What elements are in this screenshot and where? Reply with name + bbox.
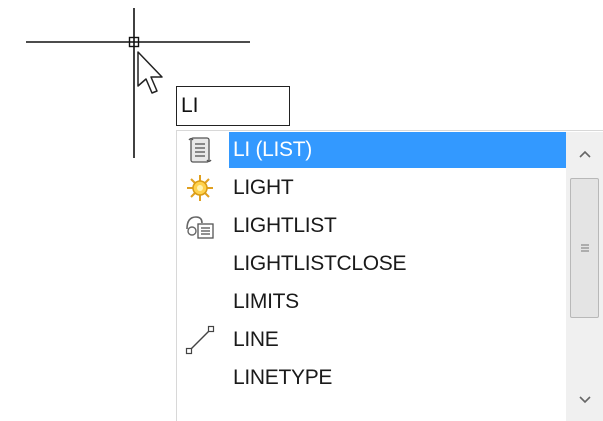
- autocomplete-item-line[interactable]: LINE: [177, 321, 569, 359]
- autocomplete-item-label: LIGHT: [233, 176, 294, 199]
- light-bulb-icon: [177, 169, 223, 207]
- mouse-pointer-icon: [137, 51, 163, 94]
- chevron-up-icon: [578, 150, 591, 158]
- autocomplete-item-linetype[interactable]: LINETYPE: [177, 359, 569, 397]
- chevron-down-icon: [578, 396, 591, 404]
- line-icon: [177, 321, 223, 359]
- list-scroll-icon: [177, 131, 223, 169]
- autocomplete-item-label: LIGHTLISTCLOSE: [233, 252, 407, 275]
- command-input[interactable]: [176, 86, 290, 126]
- selected-highlight: LI (LIST): [229, 132, 569, 168]
- autocomplete-item-lightlistclose[interactable]: LIGHTLISTCLOSE: [177, 245, 569, 283]
- scroll-up-button[interactable]: [566, 136, 603, 172]
- autocomplete-item-list[interactable]: LI (LIST): [177, 131, 569, 169]
- grip-icon: [580, 244, 589, 252]
- vertical-scrollbar[interactable]: [566, 132, 603, 421]
- light-list-icon: [177, 207, 223, 245]
- autocomplete-item-light[interactable]: LIGHT: [177, 169, 569, 207]
- autocomplete-item-lightlist[interactable]: LIGHTLIST: [177, 207, 569, 245]
- scroll-thumb[interactable]: [570, 178, 599, 318]
- autocomplete-item-label: LIMITS: [233, 290, 299, 313]
- autocomplete-item-limits[interactable]: LIMITS: [177, 283, 569, 321]
- autocomplete-item-label: LIGHTLIST: [233, 214, 337, 237]
- scroll-down-button[interactable]: [566, 382, 603, 418]
- autocomplete-list: LI (LIST) LIGHT LIGHTLIST LIGHTLISTCLOSE…: [176, 130, 603, 421]
- autocomplete-item-label: LI (LIST): [233, 138, 312, 161]
- autocomplete-item-label: LINETYPE: [233, 366, 333, 389]
- autocomplete-item-label: LINE: [233, 328, 279, 351]
